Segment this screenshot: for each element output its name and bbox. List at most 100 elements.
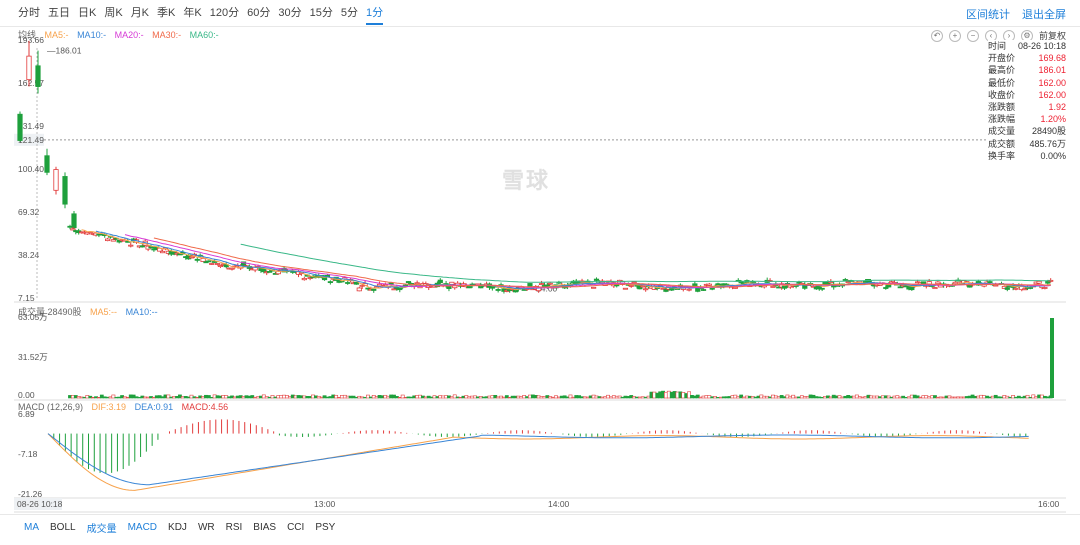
info-value: 186.01	[1038, 65, 1066, 76]
indicator-tab[interactable]: BIAS	[253, 522, 276, 533]
indicator-tab[interactable]: PSY	[315, 522, 335, 533]
info-value: 28490股	[1031, 126, 1066, 137]
candle-body	[188, 256, 195, 259]
info-value: 485.76万	[1029, 138, 1066, 149]
candle-body	[261, 268, 267, 273]
candle-body	[105, 238, 111, 242]
indicator-tab[interactable]: BOLL	[50, 522, 76, 533]
indicator-tab[interactable]: WR	[198, 522, 215, 533]
candle-body	[640, 285, 646, 288]
candle-body	[139, 245, 145, 248]
candle-body	[371, 288, 377, 291]
candle-body	[267, 270, 273, 273]
candle-body	[53, 169, 59, 191]
candle-body	[796, 281, 802, 284]
candle-body	[327, 281, 333, 284]
volume-bar-last	[1050, 318, 1054, 398]
indicator-tab[interactable]: RSI	[226, 522, 243, 533]
candle-body	[71, 213, 77, 229]
candle-body	[449, 281, 455, 285]
info-label: 开盘价	[988, 53, 1016, 64]
candle-body	[159, 250, 166, 254]
candle-body	[819, 287, 825, 290]
ohlc-info-panel: 时间 08-26 10:18 开盘价 169.68 最高价 186.01 最低价 162.00…	[988, 40, 1066, 163]
candle-body	[110, 239, 116, 242]
candle-body	[405, 281, 412, 284]
candle-body	[527, 283, 533, 287]
candle-body	[345, 282, 351, 284]
ma5-line	[81, 229, 1051, 291]
info-label: 涨跌额	[988, 102, 1016, 113]
candle-body	[217, 265, 224, 267]
candle-body	[952, 281, 958, 285]
candle-body	[301, 277, 307, 281]
candle-body	[663, 289, 669, 292]
candle-body	[631, 281, 637, 284]
candle-body	[148, 246, 154, 249]
time-tick-label: 13:00	[314, 499, 336, 509]
info-label: 成交额	[988, 138, 1016, 149]
macd-tick-label: 6.89	[18, 409, 35, 419]
candle-body	[35, 65, 41, 87]
candle-body	[842, 279, 848, 281]
candle-body	[388, 282, 394, 285]
info-label: 成交量	[988, 126, 1016, 137]
volume-tick-label: 63.05万	[18, 312, 48, 322]
candle-body	[67, 225, 73, 228]
candle-body	[495, 289, 501, 291]
candle-body	[628, 285, 634, 287]
candle-body	[622, 287, 629, 290]
info-value: 0.00%	[1040, 150, 1066, 161]
macd-tick-label: -7.18	[18, 449, 38, 459]
candle-body	[209, 263, 215, 265]
info-row: 开盘价 169.68	[988, 52, 1066, 64]
candle-body	[987, 281, 993, 283]
candle-body	[44, 155, 50, 173]
candle-body	[1027, 287, 1034, 289]
candle-body	[591, 286, 597, 289]
info-row: 最低价 162.00	[988, 77, 1066, 89]
candle-body	[732, 286, 738, 289]
info-row: 成交量 28490股	[988, 125, 1066, 137]
candle-body	[214, 263, 221, 265]
candle-body	[1022, 288, 1028, 291]
price-tick-label: 69.32	[18, 207, 40, 217]
candle-body	[1042, 287, 1048, 289]
candle-body	[538, 283, 545, 285]
info-label: 收盘价	[988, 89, 1016, 100]
price-tick-label: 7.15	[18, 293, 35, 303]
dea-line	[47, 433, 1029, 486]
indicator-tab[interactable]: KDJ	[168, 522, 187, 533]
indicator-tab[interactable]: MA	[24, 522, 39, 533]
info-row: 换手率 0.00%	[988, 150, 1066, 162]
candle-body	[643, 288, 649, 291]
indicator-tabs: MA BOLL 成交量 MACD KDJ WR RSI BIAS CCI PSY	[0, 514, 1080, 539]
candle-body	[932, 287, 938, 290]
candle-body	[128, 244, 134, 247]
indicator-tab[interactable]: MACD	[128, 522, 157, 533]
info-row: 收盘价 162.00	[988, 89, 1066, 101]
candle-body	[709, 287, 715, 290]
info-row: 最高价 186.01	[988, 64, 1066, 76]
candle-body	[993, 284, 999, 287]
candle-body	[883, 287, 889, 289]
info-value: 162.00	[1038, 77, 1066, 88]
info-row: 涨跌额 1.92	[988, 101, 1066, 113]
candle-body	[200, 258, 206, 262]
macd-tick-label: -21.26	[18, 489, 42, 499]
candle-body	[935, 281, 941, 285]
indicator-tab[interactable]: 成交量	[87, 520, 117, 535]
indicator-tab[interactable]: CCI	[287, 522, 304, 533]
stock-chart[interactable]: 193.66162.57131.49100.4069.3238.247.1512…	[0, 0, 1080, 514]
candle-body	[414, 282, 420, 285]
info-label: 涨跌幅	[988, 114, 1016, 125]
candle-body	[17, 113, 23, 141]
info-value: 1.92	[1048, 102, 1066, 113]
time-tick-label: 14:00	[548, 499, 570, 509]
info-value: 1.20%	[1040, 114, 1066, 125]
candle-body	[26, 55, 32, 81]
info-value: 08-26 10:18	[1017, 41, 1066, 51]
price-tick-label: 193.66	[18, 35, 44, 45]
info-row: 涨跌幅 1.20%	[988, 113, 1066, 125]
candle-body	[1036, 280, 1042, 284]
